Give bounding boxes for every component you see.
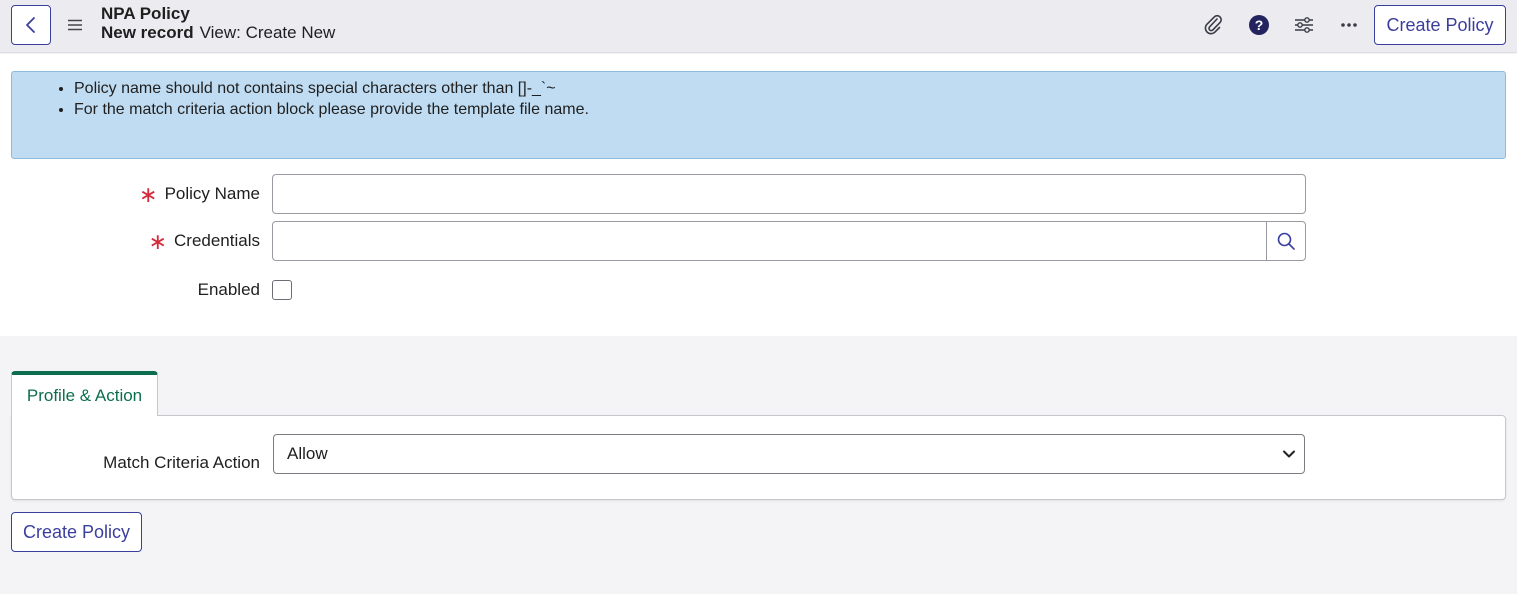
required-icon: ∗ — [148, 228, 167, 254]
more-icon[interactable] — [1336, 12, 1362, 38]
help-icon[interactable]: ? — [1246, 12, 1272, 38]
match-criteria-select[interactable]: Allow — [273, 434, 1305, 474]
paperclip-icon[interactable] — [1200, 12, 1226, 38]
chevron-down-icon — [1283, 450, 1295, 458]
info-item: Policy name should not contains special … — [74, 78, 1505, 99]
credentials-input[interactable] — [272, 221, 1267, 261]
enabled-label: Enabled — [197, 280, 260, 299]
credentials-label: ∗ Credentials — [148, 228, 260, 254]
form-main-section: Policy name should not contains special … — [0, 54, 1517, 336]
policy-name-label: ∗ Policy Name — [139, 181, 260, 207]
info-item: For the match criteria action block plea… — [74, 99, 1505, 120]
credentials-lookup-button[interactable] — [1266, 221, 1306, 261]
settings-sliders-icon[interactable] — [1291, 12, 1317, 38]
tab-label: Profile & Action — [26, 385, 143, 405]
record-status: New record — [101, 23, 194, 42]
policy-name-row: ∗ Policy Name — [0, 174, 1517, 214]
search-icon — [1277, 232, 1295, 250]
hamburger-icon[interactable] — [66, 16, 84, 34]
info-list: Policy name should not contains special … — [56, 78, 1505, 120]
match-criteria-label: Match Criteria Action — [103, 453, 260, 472]
chevron-left-icon — [26, 17, 35, 33]
match-criteria-value: Allow — [287, 444, 328, 463]
enabled-checkbox[interactable] — [272, 280, 292, 300]
record-subtitle: New record View: Create New — [101, 23, 335, 42]
page-title-block: NPA Policy New record View: Create New — [101, 4, 335, 42]
enabled-row: Enabled — [0, 273, 1517, 313]
tab-profile-action[interactable]: Profile & Action — [11, 371, 158, 416]
view-name: View: Create New — [199, 23, 336, 42]
svg-text:?: ? — [1255, 17, 1264, 33]
create-policy-button-footer[interactable]: Create Policy — [11, 512, 142, 552]
info-message-box: Policy name should not contains special … — [11, 71, 1506, 159]
create-policy-button-header[interactable]: Create Policy — [1374, 5, 1506, 45]
credentials-row: ∗ Credentials — [0, 221, 1517, 261]
required-icon: ∗ — [139, 181, 158, 207]
back-button[interactable] — [11, 5, 51, 45]
form-header: NPA Policy New record View: Create New ? … — [0, 0, 1517, 53]
page-title: NPA Policy — [101, 4, 190, 23]
policy-name-input[interactable] — [272, 174, 1306, 214]
